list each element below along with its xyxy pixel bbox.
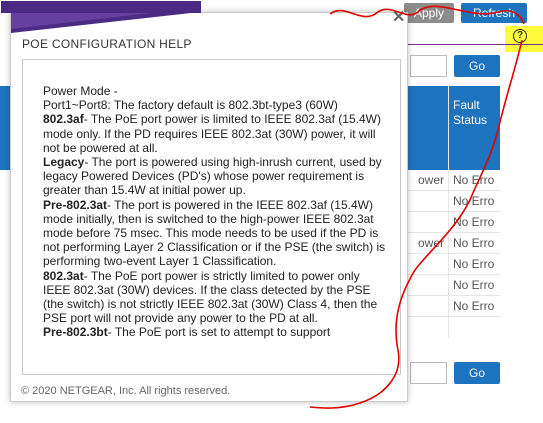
brand-banner <box>1 1 201 13</box>
filter-input-bottom[interactable] <box>410 362 447 384</box>
port-default-text: Port1~Port8: The factory default is 802.… <box>43 98 338 113</box>
refresh-button[interactable]: Refresh <box>461 3 527 23</box>
table-header-edge <box>0 86 10 170</box>
help-content: Power Mode - Port1~Port8: The factory de… <box>43 84 387 340</box>
filter-input[interactable] <box>410 55 447 77</box>
help-term: Pre-802.3bt <box>43 325 108 340</box>
modal-title: POE CONFIGURATION HELP <box>22 37 192 51</box>
fault-status-header-line2: Status <box>453 113 488 127</box>
table-row: No Erro <box>408 212 500 233</box>
help-content-frame[interactable]: Power Mode - Port1~Port8: The factory de… <box>22 59 401 375</box>
close-icon[interactable]: ✕ <box>392 7 405 27</box>
help-icon[interactable]: ? <box>513 29 527 43</box>
help-term: 802.3af <box>43 112 84 127</box>
apply-button[interactable]: Apply <box>404 3 454 23</box>
column-divider <box>448 86 449 338</box>
table-row: ower No Erro <box>408 233 500 254</box>
fault-cell: No Erro <box>453 257 495 271</box>
help-description: - The PoE port power is limited to IEEE … <box>43 112 381 155</box>
help-item: 802.3at- The PoE port power is strictly … <box>43 269 387 326</box>
copyright-footer: © 2020 NETGEAR, Inc. All rights reserved… <box>21 385 231 397</box>
help-item: Pre-802.3at- The port is powered in the … <box>43 198 387 269</box>
header-divider <box>408 44 543 45</box>
table-row: No Erro <box>408 254 500 275</box>
help-item: Legacy- The port is powered using high-i… <box>43 155 387 198</box>
table-row: ower No Erro <box>408 170 500 191</box>
fault-cell: No Erro <box>453 236 495 250</box>
help-term: 802.3at <box>43 268 84 283</box>
help-description: - The PoE port power is strictly limited… <box>43 268 378 326</box>
power-cell: ower <box>417 236 444 250</box>
fault-cell: No Erro <box>453 278 495 292</box>
poe-help-modal: ✕ POE CONFIGURATION HELP Power Mode - Po… <box>1 1 408 402</box>
help-item: Pre-802.3bt- The PoE port is set to atte… <box>43 325 387 339</box>
fault-cell: No Erro <box>453 173 495 187</box>
table-row: No Erro <box>408 296 500 317</box>
fault-cell: No Erro <box>453 194 495 208</box>
help-description: - The port is powered using high-inrush … <box>43 155 382 198</box>
fault-cell: No Erro <box>453 299 495 313</box>
fault-status-header: Fault Status <box>453 98 487 128</box>
fault-cell: No Erro <box>453 215 495 229</box>
help-term: Legacy <box>43 155 85 170</box>
table-row: No Erro <box>408 191 500 212</box>
help-description: - The PoE port is set to attempt to supp… <box>107 325 331 340</box>
go-button-bottom[interactable]: Go <box>454 362 500 384</box>
go-button[interactable]: Go <box>454 55 500 77</box>
help-item: 802.3af- The PoE port power is limited t… <box>43 112 387 155</box>
power-mode-heading: Power Mode - <box>43 84 118 98</box>
help-term: Pre-802.3at <box>43 197 108 212</box>
table-row: No Erro <box>408 275 500 296</box>
power-cell: ower <box>417 173 444 187</box>
brand-banner-accent <box>11 13 151 29</box>
fault-status-header-line1: Fault <box>453 98 480 112</box>
